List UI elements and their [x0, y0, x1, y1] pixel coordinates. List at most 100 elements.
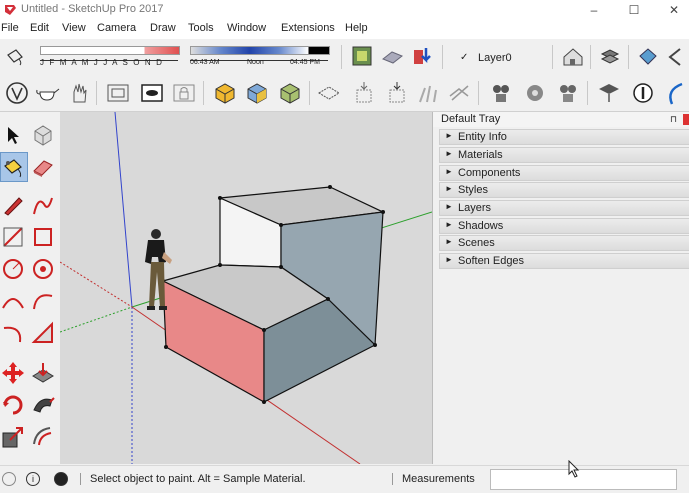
tray-close-icon[interactable]: [683, 114, 689, 125]
pin-icon[interactable]: ⊓: [670, 114, 677, 125]
rectangle-icon[interactable]: [0, 224, 26, 250]
sketchup-logo-icon: [5, 5, 16, 15]
xray-style-icon[interactable]: [4, 80, 30, 106]
measurements-input[interactable]: [490, 469, 677, 490]
line-pencil-icon[interactable]: [0, 192, 26, 218]
3d-warehouse-icon[interactable]: [349, 44, 375, 70]
share-model-icon[interactable]: [380, 44, 406, 70]
time-noon: Noon: [247, 59, 264, 66]
panel-scenes[interactable]: ► Scenes: [439, 235, 689, 251]
tray-title: Default Tray: [441, 113, 501, 125]
shaded-textures-icon[interactable]: [244, 80, 270, 106]
model-canvas[interactable]: [60, 112, 432, 464]
status-message: Select object to paint. Alt = Sample Mat…: [90, 473, 306, 485]
previous-view-icon[interactable]: [664, 44, 689, 70]
position-camera-icon[interactable]: [555, 80, 581, 106]
time-slider[interactable]: [190, 46, 330, 55]
modeling-viewport[interactable]: [60, 112, 432, 464]
three-point-arc-icon[interactable]: [0, 320, 26, 346]
mouse-cursor-icon: [568, 460, 580, 478]
panel-entity-info[interactable]: ► Entity Info: [439, 129, 689, 145]
compass-icon[interactable]: [662, 80, 688, 106]
geo-location-icon[interactable]: [2, 472, 16, 486]
offset-icon[interactable]: [30, 424, 56, 450]
green-axis-dashed: [60, 306, 133, 333]
menu-help[interactable]: Help: [345, 22, 368, 34]
rotated-rectangle-icon[interactable]: [30, 224, 56, 250]
measurements-label: Measurements: [402, 473, 475, 485]
toolbar-shadows-layers: J F M A M J J A S O N D 06:43 AM Noon 04…: [0, 39, 689, 75]
panel-components[interactable]: ► Components: [439, 165, 689, 181]
user-account-icon[interactable]: [54, 472, 68, 486]
month-labels: J F M A M J J A S O N D: [40, 58, 164, 67]
home-icon[interactable]: [560, 44, 586, 70]
menu-edit[interactable]: Edit: [30, 22, 49, 34]
layer-manager-icon[interactable]: [597, 44, 623, 70]
maximize-button[interactable]: ☐: [619, 0, 649, 20]
hand-pan-icon[interactable]: [66, 80, 92, 106]
layer-check-icon: ✓: [460, 52, 469, 63]
push-pull-icon[interactable]: [30, 360, 56, 386]
tray-header: Default Tray ⊓: [433, 112, 689, 127]
color-by-layer-icon[interactable]: [277, 80, 303, 106]
move-icon[interactable]: [0, 360, 26, 386]
time-end: 04:45 PM: [290, 59, 320, 66]
arc-icon[interactable]: [0, 288, 26, 314]
menu-file[interactable]: File: [1, 22, 19, 34]
window-title: Untitled - SketchUp Pro 2017: [21, 3, 164, 15]
iso-view-icon[interactable]: [316, 80, 342, 106]
teapot-hidden-line-icon[interactable]: [34, 80, 60, 106]
panel-shadows[interactable]: ► Shadows: [439, 218, 689, 234]
lock-style-icon[interactable]: [171, 80, 197, 106]
panel-materials[interactable]: ► Materials: [439, 147, 689, 163]
monochrome-style-icon[interactable]: [139, 80, 165, 106]
circle-icon[interactable]: [0, 256, 26, 282]
default-tray: Default Tray ⊓ ► Entity Info ► Materials ►…: [432, 112, 689, 464]
menu-tools[interactable]: Tools: [188, 22, 214, 34]
make-component-icon[interactable]: [30, 122, 56, 148]
panel-soften-edges[interactable]: ► Soften Edges: [439, 253, 689, 269]
freehand-icon[interactable]: [30, 192, 56, 218]
menu-bar: File Edit View Camera Draw Tools Window …: [0, 20, 689, 39]
top-view-icon[interactable]: [351, 80, 377, 106]
close-button[interactable]: ✕: [659, 0, 689, 20]
menu-camera[interactable]: Camera: [97, 22, 136, 34]
pie-icon[interactable]: [30, 320, 56, 346]
month-slider[interactable]: [40, 46, 180, 55]
menu-draw[interactable]: Draw: [150, 22, 176, 34]
front-view-icon[interactable]: [384, 80, 410, 106]
toolbar-styles-views: [0, 75, 689, 112]
menu-extensions[interactable]: Extensions: [281, 22, 335, 34]
walk-icon[interactable]: [488, 80, 514, 106]
large-tool-set: [0, 112, 60, 464]
panel-layers[interactable]: ► Layers: [439, 200, 689, 216]
current-layer-select[interactable]: Layer0: [478, 52, 512, 64]
scale-icon[interactable]: [0, 424, 26, 450]
select-arrow-icon[interactable]: [0, 122, 26, 148]
section-plane-icon[interactable]: [635, 44, 661, 70]
get-model-icon[interactable]: [410, 44, 436, 70]
look-around-icon[interactable]: [522, 80, 548, 106]
red-axis-dashed: [60, 261, 133, 308]
panel-styles[interactable]: ► Styles: [439, 182, 689, 198]
follow-me-icon[interactable]: [30, 392, 56, 418]
status-bar: i Select object to paint. Alt = Sample M…: [0, 460, 689, 493]
credits-icon[interactable]: i: [26, 472, 40, 486]
time-start: 06:43 AM: [190, 59, 220, 66]
menu-window[interactable]: Window: [227, 22, 266, 34]
title-bar: Untitled - SketchUp Pro 2017 – ☐ ✕: [0, 0, 689, 20]
polygon-icon[interactable]: [30, 256, 56, 282]
two-point-arc-icon[interactable]: [30, 288, 56, 314]
shaded-style-icon[interactable]: [212, 80, 238, 106]
back-view-icon[interactable]: [446, 80, 472, 106]
model-info-icon[interactable]: [630, 80, 656, 106]
paint-bucket-tool-icon[interactable]: [1, 154, 27, 180]
menu-view[interactable]: View: [62, 22, 86, 34]
rotate-icon[interactable]: [0, 392, 26, 418]
classroom-icon[interactable]: [596, 80, 622, 106]
wireframe-style-icon[interactable]: [105, 80, 131, 106]
paint-bucket-icon[interactable]: [5, 47, 25, 67]
right-view-icon[interactable]: [415, 80, 441, 106]
minimize-button[interactable]: –: [579, 0, 609, 20]
eraser-icon[interactable]: [30, 154, 56, 180]
